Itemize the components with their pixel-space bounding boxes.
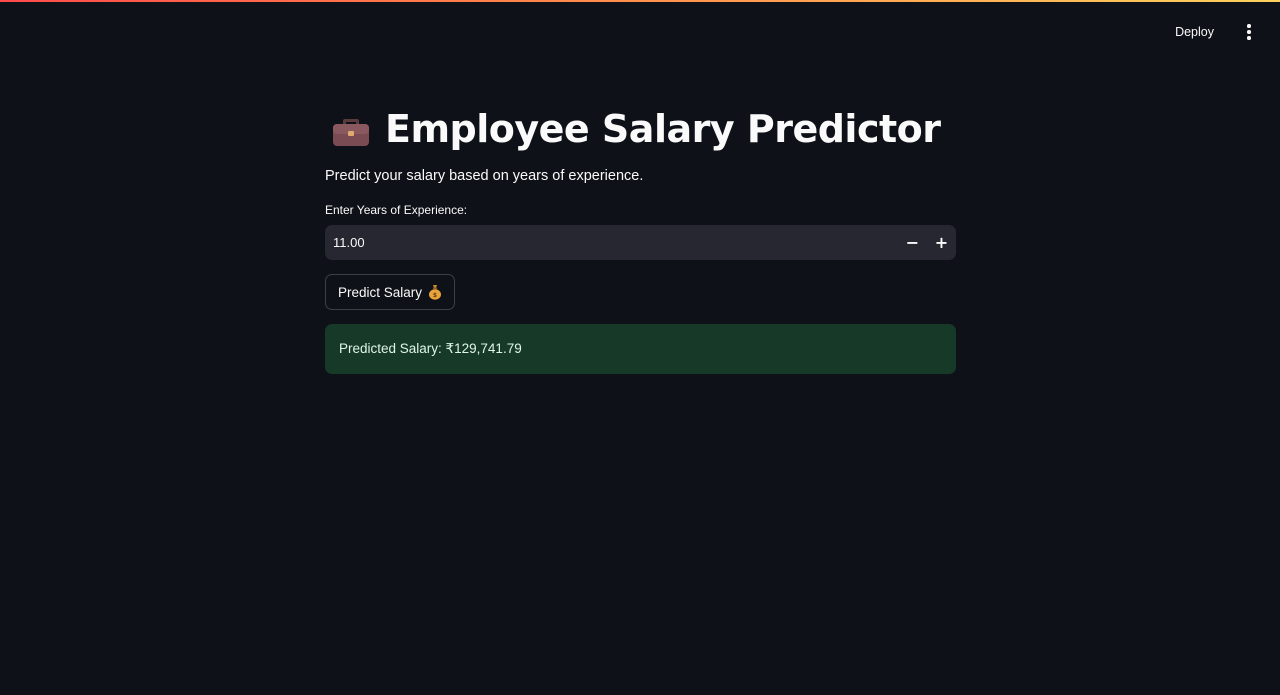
svg-text:$: $: [433, 292, 437, 299]
predict-salary-label: Predict Salary: [338, 284, 423, 300]
menu-dot: [1247, 36, 1251, 40]
top-decoration-bar: [0, 0, 1280, 2]
prediction-result-alert: Predicted Salary: ₹129,741.79: [325, 324, 956, 374]
page-title: Employee Salary Predictor: [385, 107, 941, 151]
prediction-result-text: Predicted Salary: ₹129,741.79: [339, 341, 522, 356]
title-row: Employee Salary Predictor: [331, 100, 956, 158]
app-header: Deploy: [1171, 0, 1280, 64]
decrement-button[interactable]: −: [898, 225, 927, 260]
menu-dot: [1247, 30, 1251, 34]
predict-salary-button[interactable]: Predict Salary $: [325, 274, 456, 310]
briefcase-icon: [333, 119, 369, 146]
experience-number-input: − +: [325, 224, 956, 261]
experience-label: Enter Years of Experience:: [325, 203, 468, 217]
experience-input[interactable]: [325, 224, 898, 261]
page-subtitle: Predict your salary based on years of ex…: [325, 168, 644, 184]
increment-button[interactable]: +: [927, 225, 956, 260]
money-bag-icon: $: [429, 285, 442, 300]
main-content: Employee Salary Predictor Predict your s…: [325, 100, 956, 374]
menu-dot: [1247, 24, 1251, 28]
deploy-button[interactable]: Deploy: [1171, 19, 1218, 45]
more-vertical-icon[interactable]: [1240, 22, 1258, 42]
